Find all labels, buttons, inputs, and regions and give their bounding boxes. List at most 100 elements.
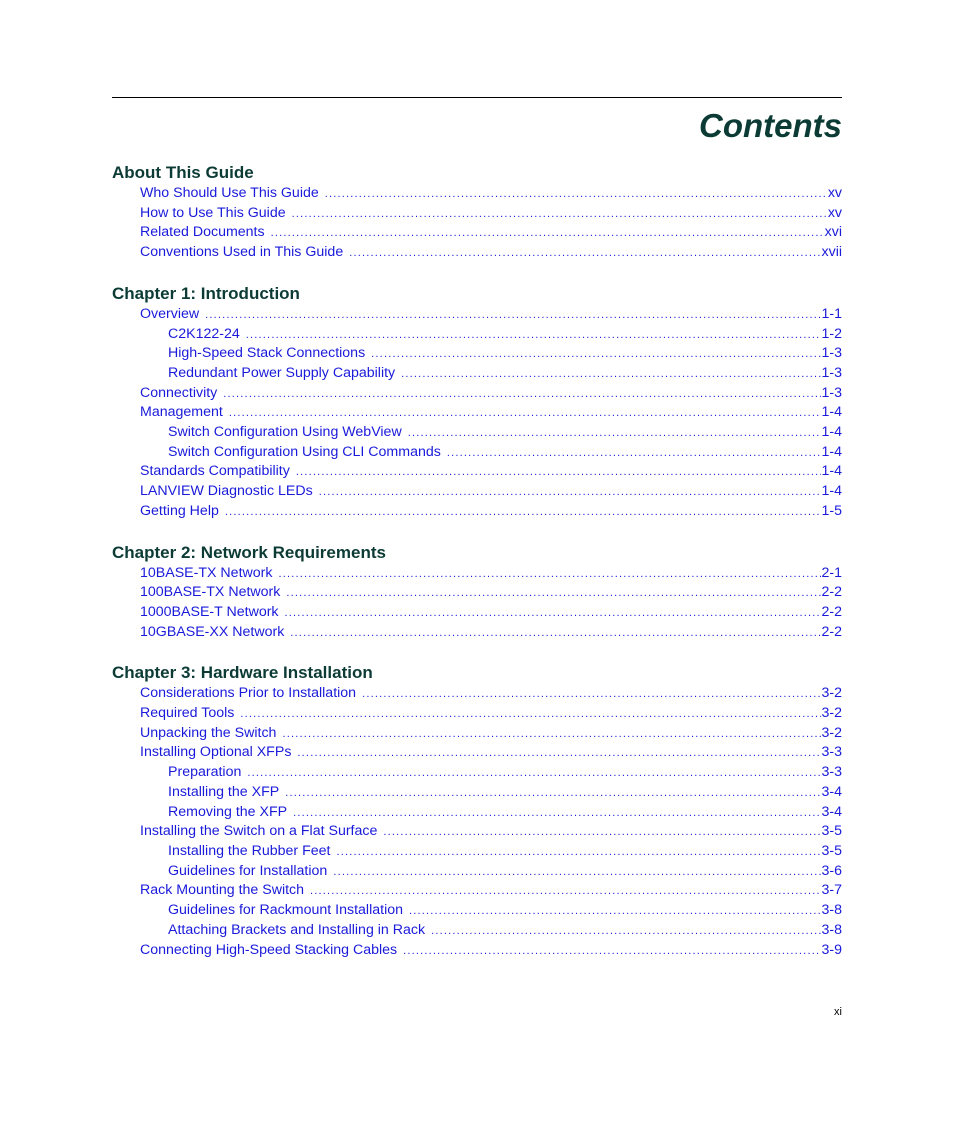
toc-entry-page-number: 2-2 [821,584,842,601]
toc-entry-link[interactable]: Conventions Used in This Guide xvii [112,243,842,263]
toc-entry-link[interactable]: Guidelines for Rackmount Installation 3-8 [112,901,842,921]
dot-leader [401,365,821,384]
toc-entry-label: Management [140,404,223,421]
toc-entry-label: Standards Compatibility [140,463,290,480]
dot-leader [229,404,822,423]
toc-entry-link[interactable]: C2K122-24 1-2 [112,325,842,345]
toc-entry-page-number: 2-1 [821,564,842,581]
toc-entry-label: Removing the XFP [168,803,288,820]
toc-entry-link[interactable]: Considerations Prior to Installation 3-2 [112,684,842,704]
toc-entry-page-number: 1-2 [821,325,842,342]
dot-leader [285,604,822,623]
toc-entry-link[interactable]: Guidelines for Installation 3-6 [112,862,842,882]
toc-entry-label: Related Documents [140,224,265,241]
toc-entry-link[interactable]: Management 1-4 [112,403,842,423]
toc-entry-link[interactable]: Attaching Brackets and Installing in Rac… [112,921,842,941]
toc-entry-page-number: 3-6 [821,862,842,879]
toc-entry-link[interactable]: Connecting High-Speed Stacking Cables 3-9 [112,941,842,961]
toc-entry-page-number: 1-1 [821,305,842,322]
toc-entry-page-number: 3-2 [821,685,842,702]
toc-entry-link[interactable]: Preparation 3-3 [112,763,842,783]
toc-entry-link[interactable]: Unpacking the Switch 3-2 [112,724,842,744]
toc-section: Chapter 1: Introduction Overview 1-1 C2K122… [112,283,842,522]
toc-entry-link[interactable]: Redundant Power Supply Capability 1-3 [112,364,842,384]
toc-entry-link[interactable]: Overview 1-1 [112,305,842,325]
toc-entry-page-number: xv [827,185,842,201]
dot-leader [371,345,821,364]
dot-leader [285,784,821,803]
toc-entry-label: 10GBASE-XX Network [140,623,285,640]
toc-entry-label: Conventions Used in This Guide [140,244,344,261]
dot-leader [296,463,822,482]
toc-entry-label: How to Use This Guide [140,204,286,221]
toc-entry-link[interactable]: 1000BASE-T Network 2-2 [112,603,842,623]
toc-entry-label: C2K122-24 [168,325,240,342]
dot-leader [240,705,821,724]
toc-entry-link[interactable]: High-Speed Stack Connections 1-3 [112,344,842,364]
toc-entry-page-number: 3-3 [821,764,842,781]
page-number: xi [834,1006,842,1018]
toc-entry-link[interactable]: Installing the XFP 3-4 [112,783,842,803]
toc-entry-link[interactable]: Installing Optional XFPs 3-3 [112,743,842,763]
toc-entry-label: Installing Optional XFPs [140,744,292,761]
toc-entry-link[interactable]: Switch Configuration Using CLI Commands 1… [112,443,842,463]
toc-entry-link[interactable]: 10GBASE-XX Network 2-2 [112,623,842,643]
toc-entry-link[interactable]: 10BASE-TX Network 2-1 [112,564,842,584]
toc-entry-page-number: 3-2 [821,724,842,741]
toc-entry-label: Installing the Switch on a Flat Surface [140,823,378,840]
toc-entry-page-number: 2-2 [821,603,842,620]
dot-leader [290,624,821,643]
toc-entry-page-number: 3-4 [821,803,842,820]
toc-entry-link[interactable]: Installing the Rubber Feet 3-5 [112,842,842,862]
toc-entry-label: 1000BASE-T Network [140,603,279,620]
dot-leader [205,306,821,325]
toc-entry-page-number: 3-5 [821,842,842,859]
toc-entry-link[interactable]: Standards Compatibility 1-4 [112,462,842,482]
dot-leader [293,804,821,823]
toc-entry-label: 10BASE-TX Network [140,564,273,581]
toc-entry-page-number: 3-4 [821,783,842,800]
dot-leader [297,744,821,763]
toc-entry-label: LANVIEW Diagnostic LEDs [140,483,313,500]
dot-leader [292,205,828,224]
toc-entry-link[interactable]: How to Use This Guide xv [112,204,842,224]
toc-entry-page-number: xvii [821,244,843,261]
toc-entry-link[interactable]: Removing the XFP 3-4 [112,803,842,823]
toc-entry-link[interactable]: 100BASE-TX Network 2-2 [112,583,842,603]
dot-leader [403,942,821,961]
toc-entry-link[interactable]: Installing the Switch on a Flat Surface 3… [112,822,842,842]
toc-entry-page-number: 1-4 [821,404,842,421]
toc-entry-page-number: 3-2 [821,705,842,722]
toc-entry-link[interactable]: Rack Mounting the Switch 3-7 [112,881,842,901]
section-heading: Chapter 1: Introduction [112,283,300,303]
toc-entry-label: Installing the Rubber Feet [168,842,331,859]
toc-entry-label: Preparation [168,764,242,781]
toc-entry-page-number: xv [827,204,842,221]
toc-entry-page-number: 3-3 [821,744,842,761]
toc-entry-link[interactable]: Who Should Use This Guide xv [112,184,842,204]
dot-leader [447,444,822,463]
dot-leader [286,584,821,603]
toc-entry-page-number: 3-8 [821,902,842,919]
toc-entry-page-number: 1-4 [821,483,842,500]
toc-entry-label: Switch Configuration Using WebView [168,424,402,441]
toc-entry-link[interactable]: Related Documents xvi [112,223,842,243]
toc-entry-page-number: 3-8 [821,921,842,938]
toc-entry-link[interactable]: LANVIEW Diagnostic LEDs 1-4 [112,482,842,502]
dot-leader [383,823,821,842]
dot-leader [271,224,825,243]
toc-entry-label: Unpacking the Switch [140,724,277,741]
toc-entry-link[interactable]: Getting Help 1-5 [112,502,842,522]
toc-entry-page-number: 1-4 [821,424,842,441]
toc-entry-page-number: 1-4 [821,443,842,460]
toc-entry-link[interactable]: Switch Configuration Using WebView 1-4 [112,423,842,443]
toc-entry-link[interactable]: Required Tools 3-2 [112,704,842,724]
dot-leader [336,843,821,862]
page-title: Contents [699,107,842,144]
toc-entry-link[interactable]: Connectivity 1-3 [112,384,842,404]
toc-entry-label: Connectivity [140,384,218,401]
header-rule [112,97,842,98]
toc-entry-label: Guidelines for Rackmount Installation [168,902,404,919]
dot-leader [225,503,822,522]
toc-entry-label: Considerations Prior to Installation [140,685,357,702]
